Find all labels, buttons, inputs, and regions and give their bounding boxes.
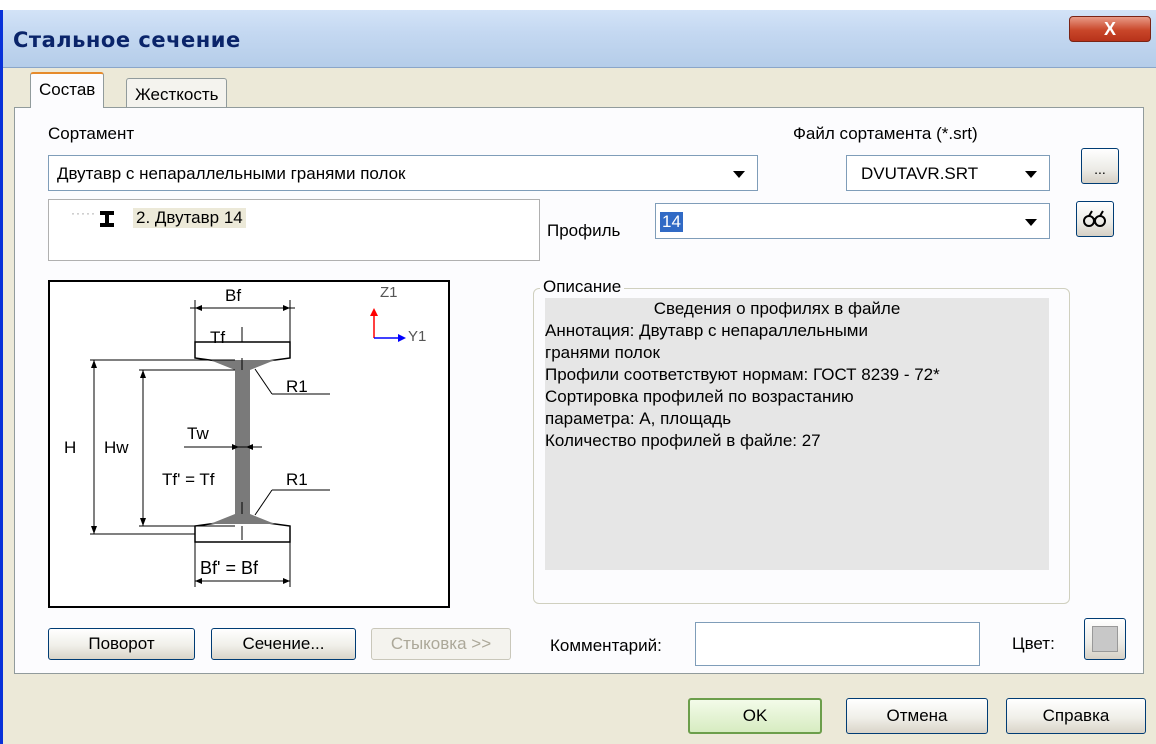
close-icon: X [1103,19,1116,39]
profile-label: Профиль [547,221,621,240]
ellipsis-icon: ... [1094,161,1106,177]
dim-tf2-label: Tf' = Tf [162,470,215,489]
color-swatch [1092,626,1118,652]
joint-button-label: Стыковка >> [390,634,492,653]
dim-bf2-label: Bf' = Bf [200,558,258,578]
dim-tf-label: Tf [210,328,226,347]
cancel-button[interactable]: Отмена [846,698,988,734]
window-title: Стальное сечение [13,28,241,52]
profile-tree[interactable]: ····· 2. Двутавр 14 [48,199,540,261]
tab-label: Состав [39,80,96,99]
help-button-label: Справка [1042,706,1110,725]
tree-connector: ····· [71,206,96,220]
rotate-button-label: Поворот [88,634,155,653]
profile-value: 14 [660,212,683,232]
dim-bf-label: Bf [225,286,242,305]
file-value: DVUTAVR.SRT [861,164,979,183]
sortament-label: Сортамент [48,124,135,143]
i-beam-icon [100,211,114,227]
cancel-button-label: Отмена [886,706,948,725]
file-select[interactable]: DVUTAVR.SRT [846,155,1050,191]
dim-tw-label: Tw [187,424,209,443]
file-label: Файл сортамента (*.srt) [793,124,978,143]
joint-button[interactable]: Стыковка >> [371,628,511,660]
binoculars-icon [1083,210,1106,227]
chevron-down-icon [1025,171,1037,178]
tab-composition[interactable]: Состав [30,72,105,108]
description-line: Профили соответствуют нормам: ГОСТ 8239 … [545,365,940,384]
profile-select[interactable]: 14 [655,203,1050,239]
help-button[interactable]: Справка [1006,698,1146,734]
close-button[interactable]: X [1069,16,1151,42]
dim-hw-label: Hw [104,438,129,457]
dim-h-label: H [64,438,77,457]
section-drawing: Bf Tf H Hw Tw Tf' = Tf R1 R1 Bf' = Bf Z1… [48,280,450,608]
comment-input[interactable] [695,622,980,666]
tree-item-label[interactable]: 2. Двутавр 14 [133,208,246,228]
sortament-value: Двутавр с непараллельными гранями полок [57,164,406,183]
color-label: Цвет: [1012,634,1055,653]
description-line: гранями полок [545,343,660,362]
view-profile-button[interactable] [1076,201,1114,237]
rotate-button[interactable]: Поворот [48,628,195,660]
section-button[interactable]: Сечение... [211,628,356,660]
tab-label: Жесткость [135,85,219,104]
axis-y-label: Y1 [408,328,427,345]
description-line: Сортировка профилей по возрастанию [545,387,854,406]
description-line: параметра: А, площадь [545,409,732,428]
axis-z-label: Z1 [380,284,398,301]
description-text: Сведения о профилях в файле Аннотация: Д… [545,298,1049,570]
tab-stiffness[interactable]: Жесткость [126,78,228,108]
title-bar[interactable]: Стальное сечение X [3,10,1156,68]
dim-r1-bottom-label: R1 [286,470,308,489]
dim-r1-top-label: R1 [286,377,308,396]
color-button[interactable] [1084,618,1126,660]
comment-label: Комментарий: [550,636,662,655]
section-button-label: Сечение... [242,634,325,653]
ok-button[interactable]: OK [688,698,822,734]
sortament-select[interactable]: Двутавр с непараллельными гранями полок [48,155,758,191]
browse-button[interactable]: ... [1081,148,1119,184]
description-line: Количество профилей в файле: 27 [545,431,821,450]
description-line: Сведения о профилях в файле [653,299,901,318]
description-line: Аннотация: Двутавр с непараллельными [545,321,868,340]
chevron-down-icon [733,171,745,178]
ok-button-label: OK [742,706,768,725]
chevron-down-icon [1025,219,1037,226]
description-label: Описание [540,277,625,297]
